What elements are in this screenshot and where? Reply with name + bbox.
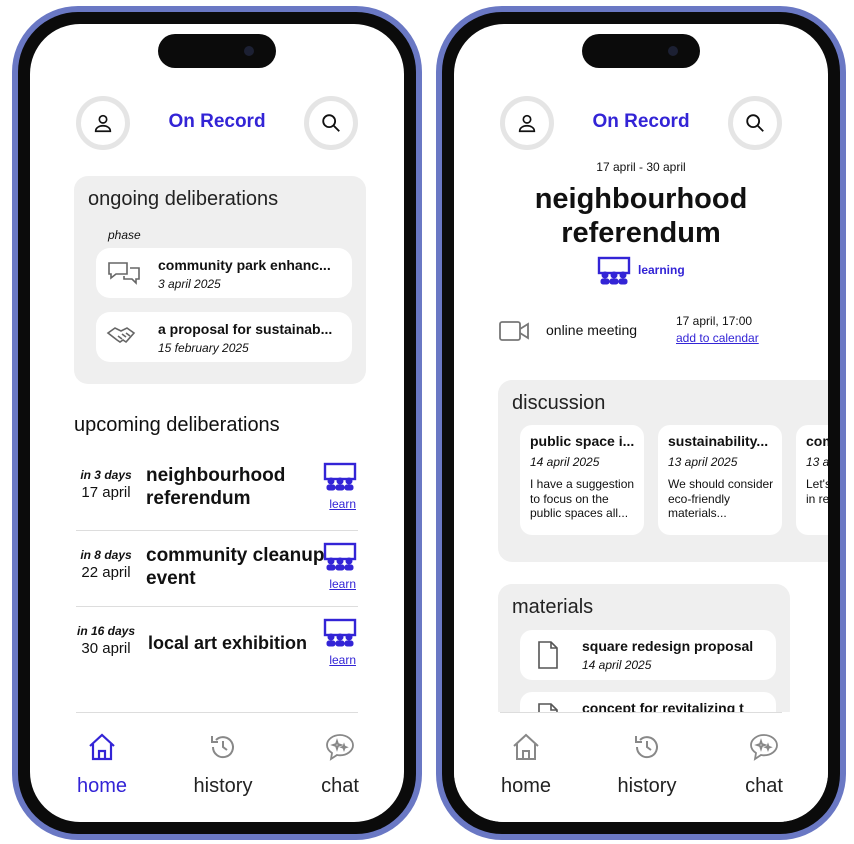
date-range: 17 april - 30 april — [596, 160, 686, 174]
phone-home: On Record ongoing deliberations phase co… — [12, 6, 422, 840]
discussion-item-date: 14 april 2025 — [530, 455, 600, 469]
search-button[interactable] — [728, 96, 782, 150]
event-date: 17 april — [81, 484, 131, 501]
event-title: neighbourhood referendum — [146, 465, 286, 509]
tab-bar: home history chat — [454, 712, 828, 812]
upcoming-title: upcoming deliberations — [74, 414, 280, 436]
event-title-line: neighbourhood — [534, 183, 748, 215]
phase-label: learning — [638, 263, 685, 277]
material-item-date: 14 april 2025 — [582, 658, 652, 672]
history-icon — [635, 736, 658, 759]
tab-label: home — [76, 775, 128, 797]
event-title: local art exhibition — [148, 633, 308, 653]
phase-label: phase — [108, 228, 141, 242]
learn-link[interactable]: learn — [329, 577, 356, 591]
discussion-item-body: We should consider eco-friendly material… — [668, 477, 774, 520]
ongoing-title: ongoing deliberations — [88, 188, 279, 210]
event-date: 30 april — [81, 640, 131, 657]
tab-label: history — [193, 775, 253, 797]
phase-badge: learning — [596, 256, 685, 288]
tab-home[interactable]: home — [476, 732, 576, 798]
discussion-item-title: public space i... — [530, 433, 635, 449]
discussion-item-title: com — [806, 433, 828, 449]
handshake-icon — [106, 327, 136, 344]
tab-label: chat — [321, 775, 359, 797]
detail-screen: On Record 17 april - 30 april neighbourh… — [454, 24, 828, 822]
ongoing-item-date: 3 april 2025 — [158, 277, 221, 291]
tab-label: chat — [745, 775, 783, 797]
days-until: in 3 days — [80, 468, 132, 482]
search-icon — [746, 114, 764, 132]
audience-icon — [597, 256, 631, 285]
chat-sparkle-icon — [326, 734, 354, 761]
audience-icon — [323, 618, 357, 647]
event-date: 22 april — [81, 564, 131, 581]
discussion-item[interactable]: public space i... 14 april 2025 I have a… — [520, 425, 644, 535]
phone-detail: On Record 17 april - 30 april neighbourh… — [436, 6, 846, 840]
event-title-line: referendum — [561, 217, 721, 249]
dynamic-island — [582, 34, 700, 68]
top-bar: On Record — [30, 96, 404, 156]
search-icon — [322, 114, 340, 132]
discussion-item[interactable]: sustainability... 13 april 2025 We shoul… — [658, 425, 782, 535]
top-bar: On Record — [454, 96, 828, 156]
tab-history[interactable]: history — [173, 732, 273, 798]
event-title: neighbourhood referendum — [454, 182, 828, 250]
material-item-title: square redesign proposal — [582, 638, 754, 654]
home-screen: On Record ongoing deliberations phase co… — [30, 24, 404, 822]
dynamic-island — [158, 34, 276, 68]
ongoing-item-title: a proposal for sustainab... — [158, 321, 333, 337]
days-until: in 16 days — [76, 624, 136, 638]
meeting-label: online meeting — [546, 322, 638, 338]
meeting-time: 17 april, 17:00 — [676, 314, 753, 328]
ongoing-item[interactable]: community park enhanc... 3 april 2025 — [96, 248, 352, 298]
upcoming-list: in 3 days 17 april neighbourhood referen… — [66, 454, 368, 694]
learn-link[interactable]: learn — [329, 653, 356, 667]
upcoming-row[interactable]: in 16 days 30 april local art exhibition… — [76, 606, 358, 682]
upcoming-row[interactable]: in 3 days 17 april neighbourhood referen… — [76, 454, 358, 530]
tab-home[interactable]: home — [52, 732, 152, 798]
discussion-title: discussion — [512, 392, 606, 414]
tab-chat[interactable]: chat — [714, 732, 814, 798]
tab-label: history — [617, 775, 677, 797]
audience-icon — [323, 542, 357, 571]
discussion-item-body: I have a suggestion to focus on the publ… — [530, 477, 635, 520]
days-until: in 8 days — [80, 548, 132, 562]
home-icon — [89, 733, 115, 761]
discussion-item-date: 13 april 2025 — [668, 455, 738, 469]
ongoing-item-title: community park enhanc... — [158, 257, 331, 273]
ongoing-item[interactable]: a proposal for sustainab... 15 february … — [96, 312, 352, 362]
materials-card: materials square redesign proposal 14 ap… — [498, 584, 790, 742]
learn-link[interactable]: learn — [329, 497, 356, 511]
materials-title: materials — [512, 596, 594, 618]
tab-label: home — [500, 775, 552, 797]
home-icon — [513, 733, 539, 760]
discussion-item-date: 13 ap — [806, 455, 828, 469]
history-icon — [211, 736, 234, 759]
tab-chat[interactable]: chat — [290, 732, 390, 798]
chat-sparkle-icon — [750, 734, 778, 761]
material-item[interactable]: square redesign proposal 14 april 2025 — [520, 630, 776, 680]
search-button[interactable] — [304, 96, 358, 150]
discussion-item[interactable]: com 13 ap Let's to in resic — [796, 425, 828, 535]
tab-bar: home history chat — [30, 712, 404, 812]
discussion-card: discussion public space i... 14 april 20… — [498, 380, 828, 562]
document-icon — [538, 641, 558, 669]
audience-icon — [323, 462, 357, 491]
event-title: community cleanup event — [146, 545, 325, 589]
meeting-row: online meeting 17 april, 17:00 add to ca… — [498, 314, 798, 354]
discussion-item-title: sustainability... — [668, 433, 769, 449]
speech-bubbles-icon — [108, 262, 140, 285]
upcoming-row[interactable]: in 8 days 22 april community cleanup eve… — [76, 530, 358, 606]
add-to-calendar-link[interactable]: add to calendar — [676, 331, 759, 345]
discussion-item-body: Let's to in resic — [806, 477, 828, 506]
ongoing-deliberations-card: ongoing deliberations phase community pa… — [74, 176, 366, 384]
ongoing-item-date: 15 february 2025 — [158, 341, 249, 355]
video-camera-icon — [499, 321, 529, 341]
tab-history[interactable]: history — [597, 732, 697, 798]
